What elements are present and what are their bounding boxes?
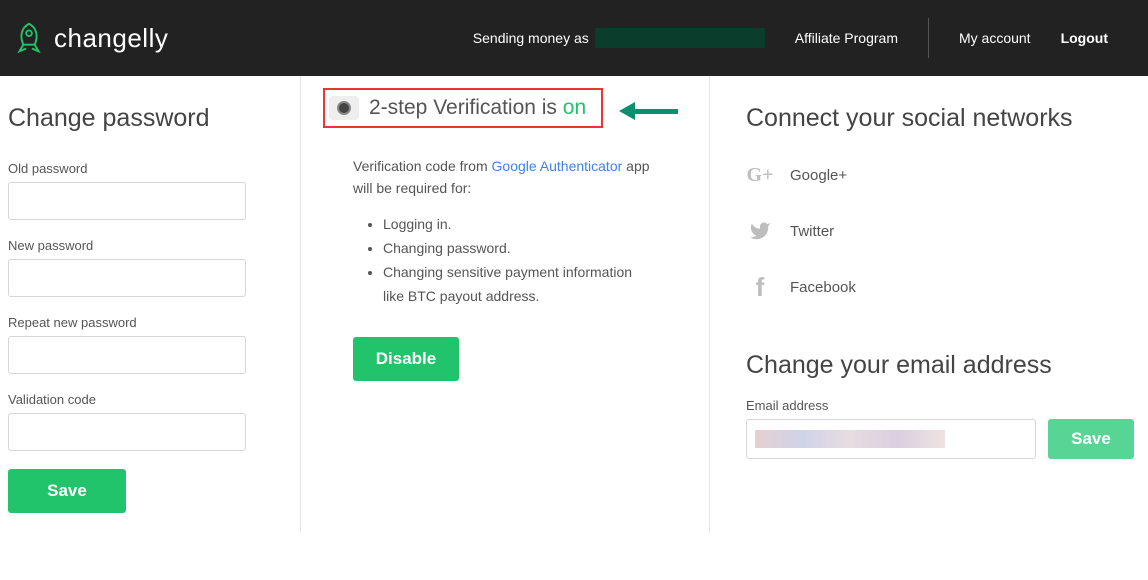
change-password-title: Change password bbox=[8, 104, 292, 133]
email-label: Email address bbox=[746, 398, 1138, 413]
social-title: Connect your social networks bbox=[746, 104, 1138, 133]
my-account-link[interactable]: My account bbox=[959, 30, 1031, 46]
validation-code-label: Validation code bbox=[8, 392, 292, 407]
old-password-label: Old password bbox=[8, 161, 292, 176]
social-facebook[interactable]: f Facebook bbox=[746, 273, 1138, 301]
save-password-button[interactable]: Save bbox=[8, 469, 126, 513]
repeat-password-label: Repeat new password bbox=[8, 315, 292, 330]
two-step-title-prefix: 2-step Verification is bbox=[369, 96, 563, 119]
email-input[interactable] bbox=[746, 419, 1036, 459]
two-step-highlight-box: 2-step Verification is on bbox=[323, 88, 603, 128]
sending-as-label: Sending money as bbox=[473, 28, 765, 48]
change-email-panel: Change your email address Email address … bbox=[746, 351, 1138, 459]
main-content: Change password Old password New passwor… bbox=[0, 76, 1148, 533]
new-password-label: New password bbox=[8, 238, 292, 253]
affiliate-link[interactable]: Affiliate Program bbox=[795, 30, 898, 46]
google-plus-icon: G+ bbox=[746, 161, 774, 189]
two-step-title: 2-step Verification is on bbox=[369, 96, 586, 120]
social-google[interactable]: G+ Google+ bbox=[746, 161, 1138, 189]
brand-name: changelly bbox=[54, 23, 168, 54]
old-password-input[interactable] bbox=[8, 182, 246, 220]
validation-code-input[interactable] bbox=[8, 413, 246, 451]
twitter-icon bbox=[746, 217, 774, 245]
google-authenticator-link[interactable]: Google Authenticator bbox=[492, 158, 623, 174]
requirement-list: Logging in. Changing password. Changing … bbox=[383, 213, 699, 308]
nav-divider bbox=[928, 18, 929, 58]
desc-prefix: Verification code from bbox=[353, 158, 492, 174]
logout-link[interactable]: Logout bbox=[1061, 30, 1108, 46]
right-panel: Connect your social networks G+ Google+ … bbox=[710, 76, 1148, 533]
rocket-icon bbox=[10, 19, 48, 57]
social-label: Google+ bbox=[790, 167, 847, 184]
two-step-status: on bbox=[563, 96, 586, 119]
requirement-item: Changing sensitive payment information l… bbox=[383, 261, 649, 309]
social-label: Twitter bbox=[790, 223, 834, 240]
annotation-arrow bbox=[619, 102, 678, 120]
change-email-title: Change your email address bbox=[746, 351, 1138, 380]
two-step-description: Verification code from Google Authentica… bbox=[353, 156, 659, 199]
save-email-button[interactable]: Save bbox=[1048, 419, 1134, 459]
camera-icon bbox=[329, 96, 359, 120]
header: changelly Sending money as Affiliate Pro… bbox=[0, 0, 1148, 76]
requirement-item: Logging in. bbox=[383, 213, 649, 237]
change-password-panel: Change password Old password New passwor… bbox=[0, 76, 300, 533]
logo[interactable]: changelly bbox=[10, 19, 168, 57]
sending-text: Sending money as bbox=[473, 30, 589, 46]
facebook-icon: f bbox=[746, 273, 774, 301]
requirement-item: Changing password. bbox=[383, 237, 649, 261]
disable-2fa-button[interactable]: Disable bbox=[353, 337, 459, 381]
sending-as-value-redacted bbox=[595, 28, 765, 48]
email-value-redacted bbox=[755, 430, 945, 448]
repeat-password-input[interactable] bbox=[8, 336, 246, 374]
new-password-input[interactable] bbox=[8, 259, 246, 297]
social-label: Facebook bbox=[790, 279, 856, 296]
two-step-panel: 2-step Verification is on Verification c… bbox=[300, 76, 710, 533]
social-twitter[interactable]: Twitter bbox=[746, 217, 1138, 245]
